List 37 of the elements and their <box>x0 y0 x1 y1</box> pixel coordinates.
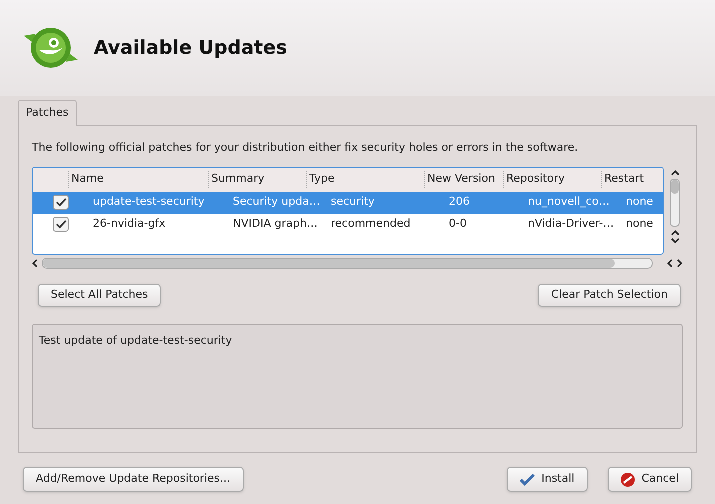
checkbox[interactable] <box>53 195 69 210</box>
table-cell-text: recommended <box>330 216 412 232</box>
table-cell-text: NVIDIA graph… <box>232 216 319 232</box>
table-cell-text: 206 <box>448 194 471 210</box>
scroll-arrows-icon[interactable] <box>667 258 683 268</box>
install-button[interactable]: Install <box>506 467 588 492</box>
column-header[interactable]: Summary <box>208 171 306 188</box>
column-header[interactable]: Restart <box>600 171 662 188</box>
checkbox[interactable] <box>53 217 69 232</box>
clear-selection-button[interactable]: Clear Patch Selection <box>538 284 681 306</box>
table-cell-text: Security upda… <box>232 194 322 210</box>
table-cell-text: security <box>330 194 376 210</box>
scroll-arrows-icon[interactable] <box>670 230 680 244</box>
repositories-button[interactable]: Add/Remove Update Repositories... <box>23 467 244 492</box>
tab[interactable]: Patches <box>18 100 77 126</box>
table-cell-text: none <box>625 216 654 232</box>
table-cell-text: none <box>625 194 654 210</box>
column-header[interactable]: New Version <box>424 171 502 188</box>
column-header[interactable]: Type <box>306 171 424 188</box>
column-header[interactable]: Repository <box>502 171 600 188</box>
vertical-scrollbar[interactable] <box>670 178 680 226</box>
column-header[interactable]: Name <box>68 171 208 188</box>
table-cell-text: update-test-security <box>92 194 206 210</box>
description-text: The following official patches for your distribution either fix security holes or errors in the software. <box>32 140 580 156</box>
scroll-left-icon[interactable] <box>32 258 38 268</box>
table-cell-text: nVidia-Driver-… <box>527 216 616 232</box>
check-icon <box>520 474 535 486</box>
select-all-button[interactable]: Select All Patches <box>38 284 162 306</box>
table-cell-text: 0-0 <box>448 216 468 232</box>
table-cell-text: nu_novell_co… <box>527 194 611 210</box>
details-panel: Test update of update-test-security <box>32 324 683 428</box>
horizontal-scrollbar[interactable] <box>42 258 654 268</box>
stop-icon <box>620 472 635 486</box>
cancel-button[interactable]: Cancel <box>608 467 692 492</box>
window-title: Available Updates <box>94 36 288 61</box>
table-cell-text: 26-nvidia-gfx <box>92 216 167 232</box>
scroll-up-icon[interactable] <box>670 170 680 176</box>
